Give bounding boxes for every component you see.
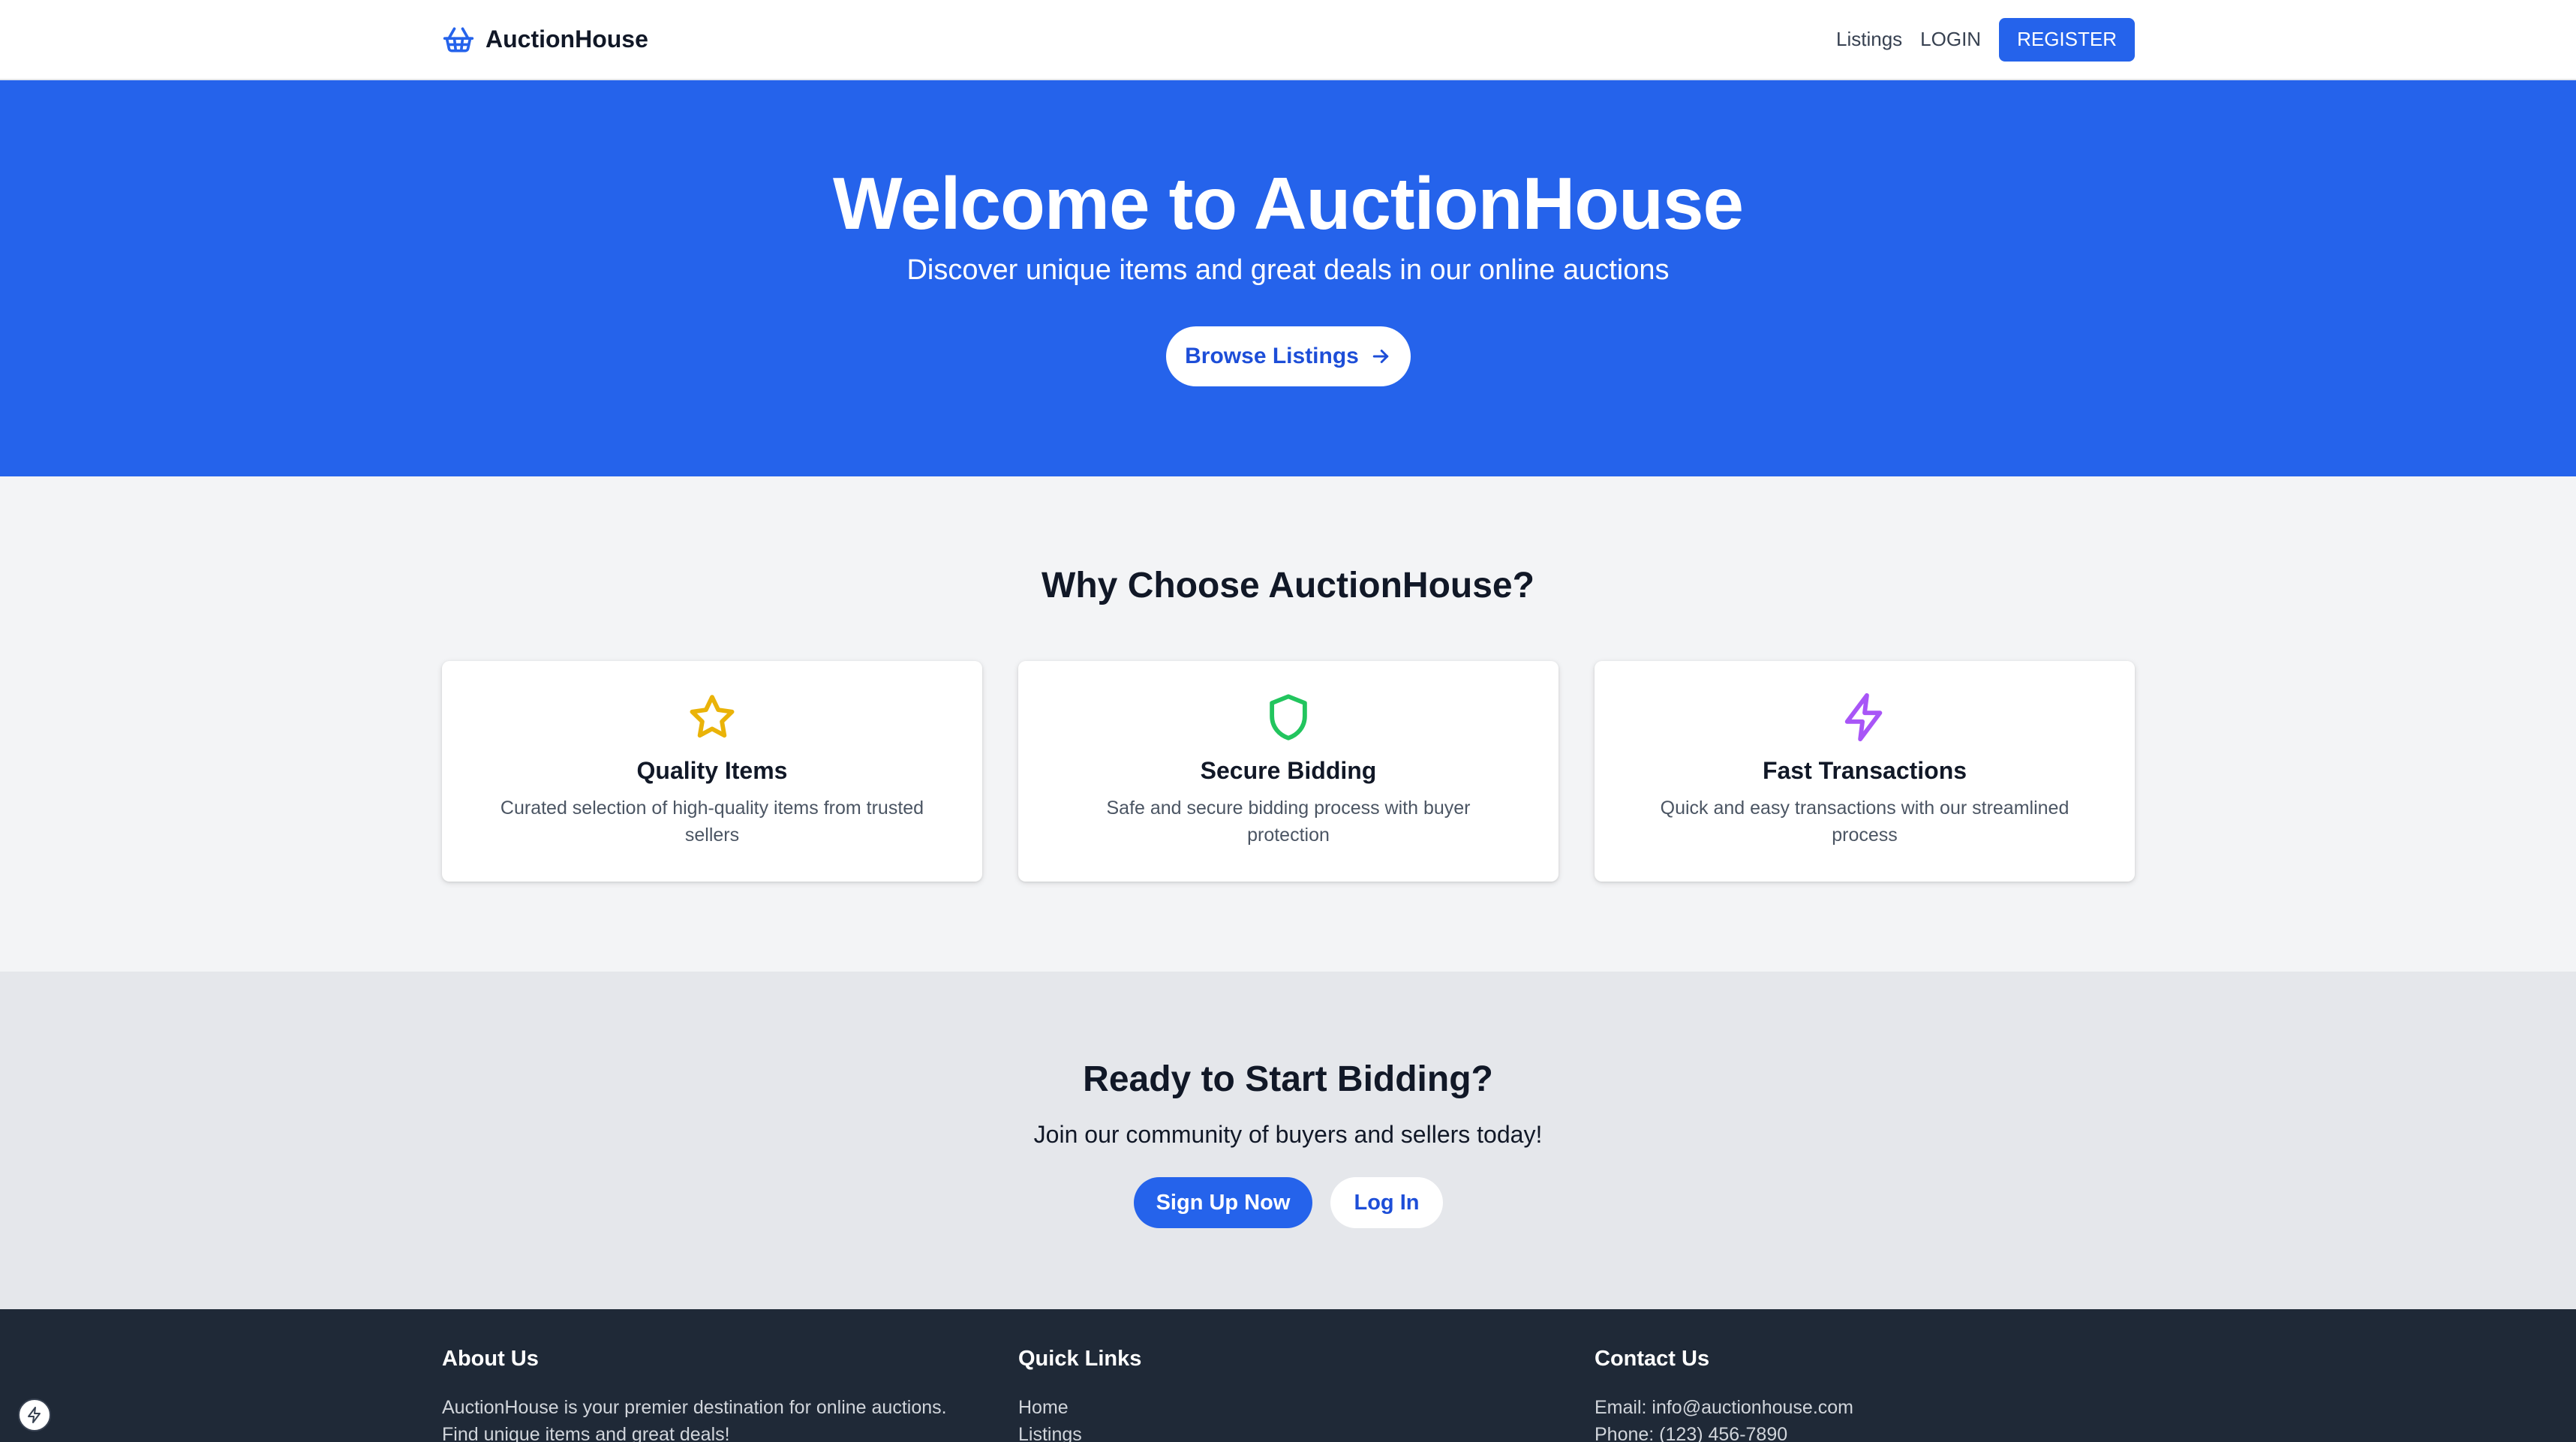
lightning-icon — [1844, 692, 1883, 742]
shield-icon — [1270, 694, 1307, 741]
feature-description: Curated selection of high-quality items … — [500, 798, 924, 846]
feature-title: Quality Items — [636, 757, 788, 784]
footer-about-text: AuctionHouse is your premier destination… — [442, 1397, 947, 1442]
features-title: Why Choose AuctionHouse? — [1042, 566, 1534, 605]
star-icon — [690, 695, 735, 738]
cta-subtitle: Join our community of buyers and sellers… — [1033, 1121, 1543, 1148]
feature-description: Safe and secure bidding process with buy… — [1106, 798, 1471, 846]
footer-about: About Us AuctionHouse is your premier de… — [442, 1347, 982, 1442]
brand-logo-link[interactable]: AuctionHouse — [442, 23, 648, 56]
feature-title: Fast Transactions — [1762, 757, 1967, 784]
cta-section: Ready to Start Bidding? Join our communi… — [0, 972, 2576, 1309]
footer-links-title: Quick Links — [1018, 1347, 1142, 1371]
sign-up-button[interactable]: Sign Up Now — [1134, 1177, 1312, 1228]
footer-contact: Contact Us Email: info@auctionhouse.com … — [1595, 1347, 2135, 1442]
brand-name: AuctionHouse — [485, 26, 648, 53]
footer-contact-title: Contact Us — [1595, 1347, 1710, 1371]
log-in-button[interactable]: Log In — [1330, 1177, 1443, 1228]
feature-card-secure: Secure Bidding Safe and secure bidding p… — [1018, 661, 1559, 882]
feature-card-fast: Fast Transactions Quick and easy transac… — [1595, 661, 2135, 882]
footer-link-home[interactable]: Home — [1018, 1394, 1559, 1421]
site-footer: About Us AuctionHouse is your premier de… — [0, 1309, 2576, 1442]
features-section: Why Choose AuctionHouse? Quality Items C… — [0, 476, 2576, 972]
hero-title: Welcome to AuctionHouse — [832, 162, 1744, 245]
feature-title: Secure Bidding — [1200, 757, 1377, 784]
footer-email: Email: info@auctionhouse.com — [1595, 1397, 1853, 1418]
footer-link-listings[interactable]: Listings — [1018, 1421, 1559, 1442]
navbar-inner: AuctionHouse Listings LOGIN REGISTER — [442, 0, 2135, 79]
register-button[interactable]: REGISTER — [1999, 17, 2135, 62]
nav-link-login[interactable]: LOGIN — [1920, 28, 1981, 51]
footer-quick-links: Quick Links Home Listings — [1018, 1347, 1559, 1442]
nav-links: Listings LOGIN REGISTER — [1836, 17, 2135, 62]
top-navbar: AuctionHouse Listings LOGIN REGISTER — [0, 0, 2576, 80]
feature-card-quality: Quality Items Curated selection of high-… — [442, 661, 982, 882]
browse-listings-button[interactable]: Browse Listings — [1166, 326, 1411, 386]
feature-description: Quick and easy transactions with our str… — [1660, 798, 2070, 846]
lightning-icon — [28, 1407, 41, 1423]
arrow-right-icon — [1372, 350, 1389, 363]
hero-section: Welcome to AuctionHouse Discover unique … — [0, 80, 2576, 476]
hero-subtitle: Discover unique items and great deals in… — [906, 254, 1670, 286]
footer-phone: Phone: (123) 456-7890 — [1595, 1424, 1788, 1442]
dev-tools-badge[interactable] — [18, 1398, 51, 1431]
cta-title: Ready to Start Bidding? — [1083, 1059, 1493, 1099]
shopping-basket-icon — [442, 23, 475, 56]
nav-link-listings[interactable]: Listings — [1836, 28, 1902, 51]
footer-about-title: About Us — [442, 1347, 539, 1371]
browse-listings-label: Browse Listings — [1185, 344, 1359, 368]
